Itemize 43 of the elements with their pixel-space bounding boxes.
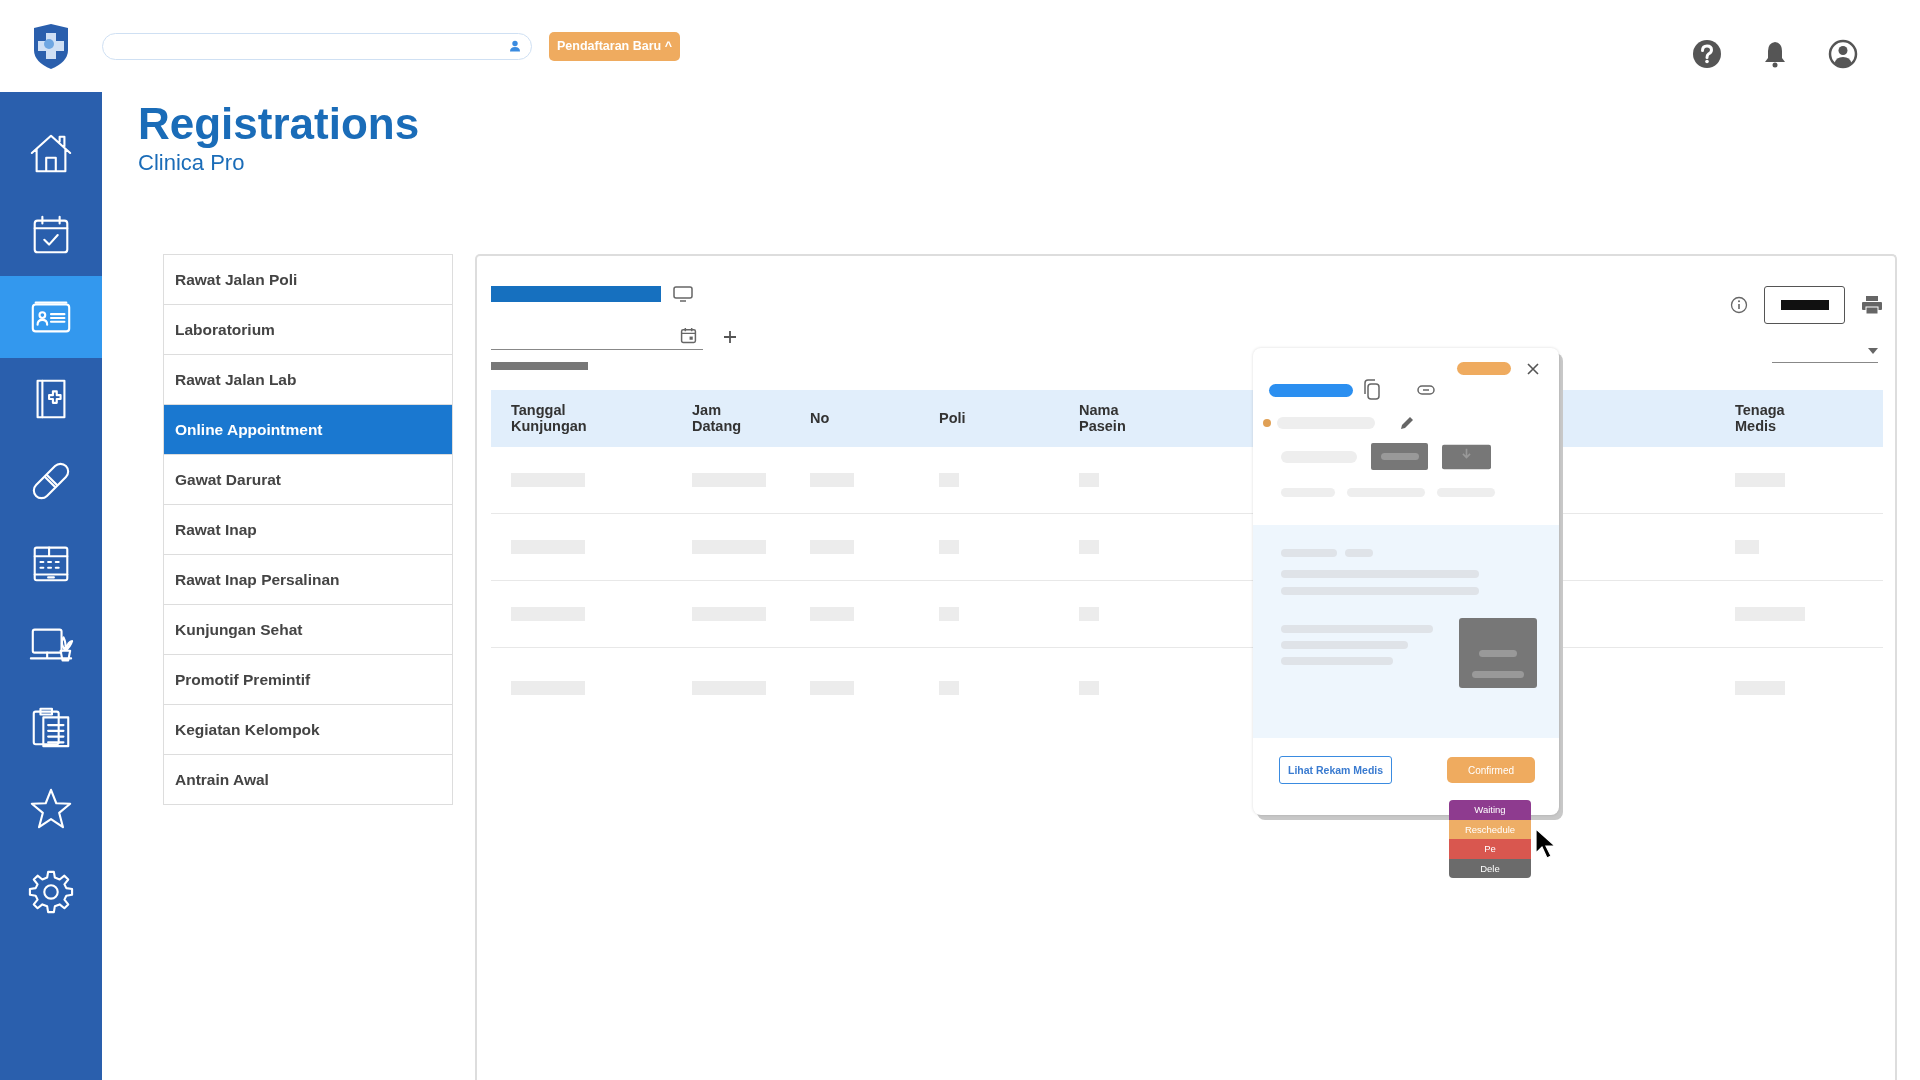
menu-item[interactable]: Kunjungan Sehat	[164, 605, 452, 655]
menu-item[interactable]: Laboratorium	[164, 305, 452, 355]
settings-icon[interactable]	[28, 868, 74, 914]
status-option[interactable]: Dele	[1449, 858, 1531, 878]
status-dot-icon	[1263, 419, 1271, 427]
medical-record-button[interactable]: Lihat Rekam Medis	[1279, 756, 1393, 784]
calendar-icon	[680, 327, 697, 344]
menu-item[interactable]: Antrain Awal	[164, 755, 452, 804]
info-icon[interactable]	[1730, 296, 1748, 314]
action-button[interactable]	[1764, 286, 1845, 324]
close-icon[interactable]	[1527, 362, 1539, 375]
menu-item[interactable]: Online Appointment	[164, 405, 452, 455]
person-icon	[509, 40, 521, 52]
column-header: Nama Pasein	[1079, 403, 1126, 434]
column-header: Tanggal Kunjungan	[511, 403, 587, 434]
menu-item[interactable]: Kegiatan Kelompok	[164, 705, 452, 755]
copy-icon[interactable]	[1363, 379, 1381, 401]
pencil-icon[interactable]	[1399, 415, 1415, 431]
help-icon[interactable]	[1692, 39, 1722, 69]
download-icon[interactable]	[1442, 443, 1491, 470]
user-icon[interactable]	[1828, 39, 1858, 69]
logo-icon	[31, 22, 71, 70]
printer-icon[interactable]	[1861, 295, 1883, 315]
menu-item[interactable]: Promotif Premintif	[164, 655, 452, 705]
monitor-icon[interactable]	[673, 286, 693, 302]
menu-item[interactable]: Rawat Inap Persalinan	[164, 555, 452, 605]
cursor-icon	[1535, 828, 1557, 860]
status-option[interactable]: Pe	[1449, 839, 1531, 859]
page-title: Registrations	[138, 100, 421, 149]
link-icon[interactable]	[1417, 385, 1435, 395]
column-header: Tenaga Medis	[1735, 403, 1785, 434]
menu-item[interactable]: Rawat Inap	[164, 505, 452, 555]
status-pill	[1457, 362, 1511, 375]
column-header: Jam Datang	[692, 403, 742, 434]
menu-item[interactable]: Gawat Darurat	[164, 455, 452, 505]
menu-item[interactable]: Rawat Jalan Poli	[164, 255, 452, 305]
add-icon[interactable]	[723, 330, 737, 344]
status-option[interactable]: Waiting	[1449, 800, 1531, 820]
nav-item[interactable]	[0, 276, 102, 358]
column-header: Poli	[939, 410, 966, 427]
column-header: No	[810, 410, 830, 427]
caret-icon	[1868, 348, 1878, 354]
page-subtitle: Clinica Pro	[138, 150, 246, 177]
